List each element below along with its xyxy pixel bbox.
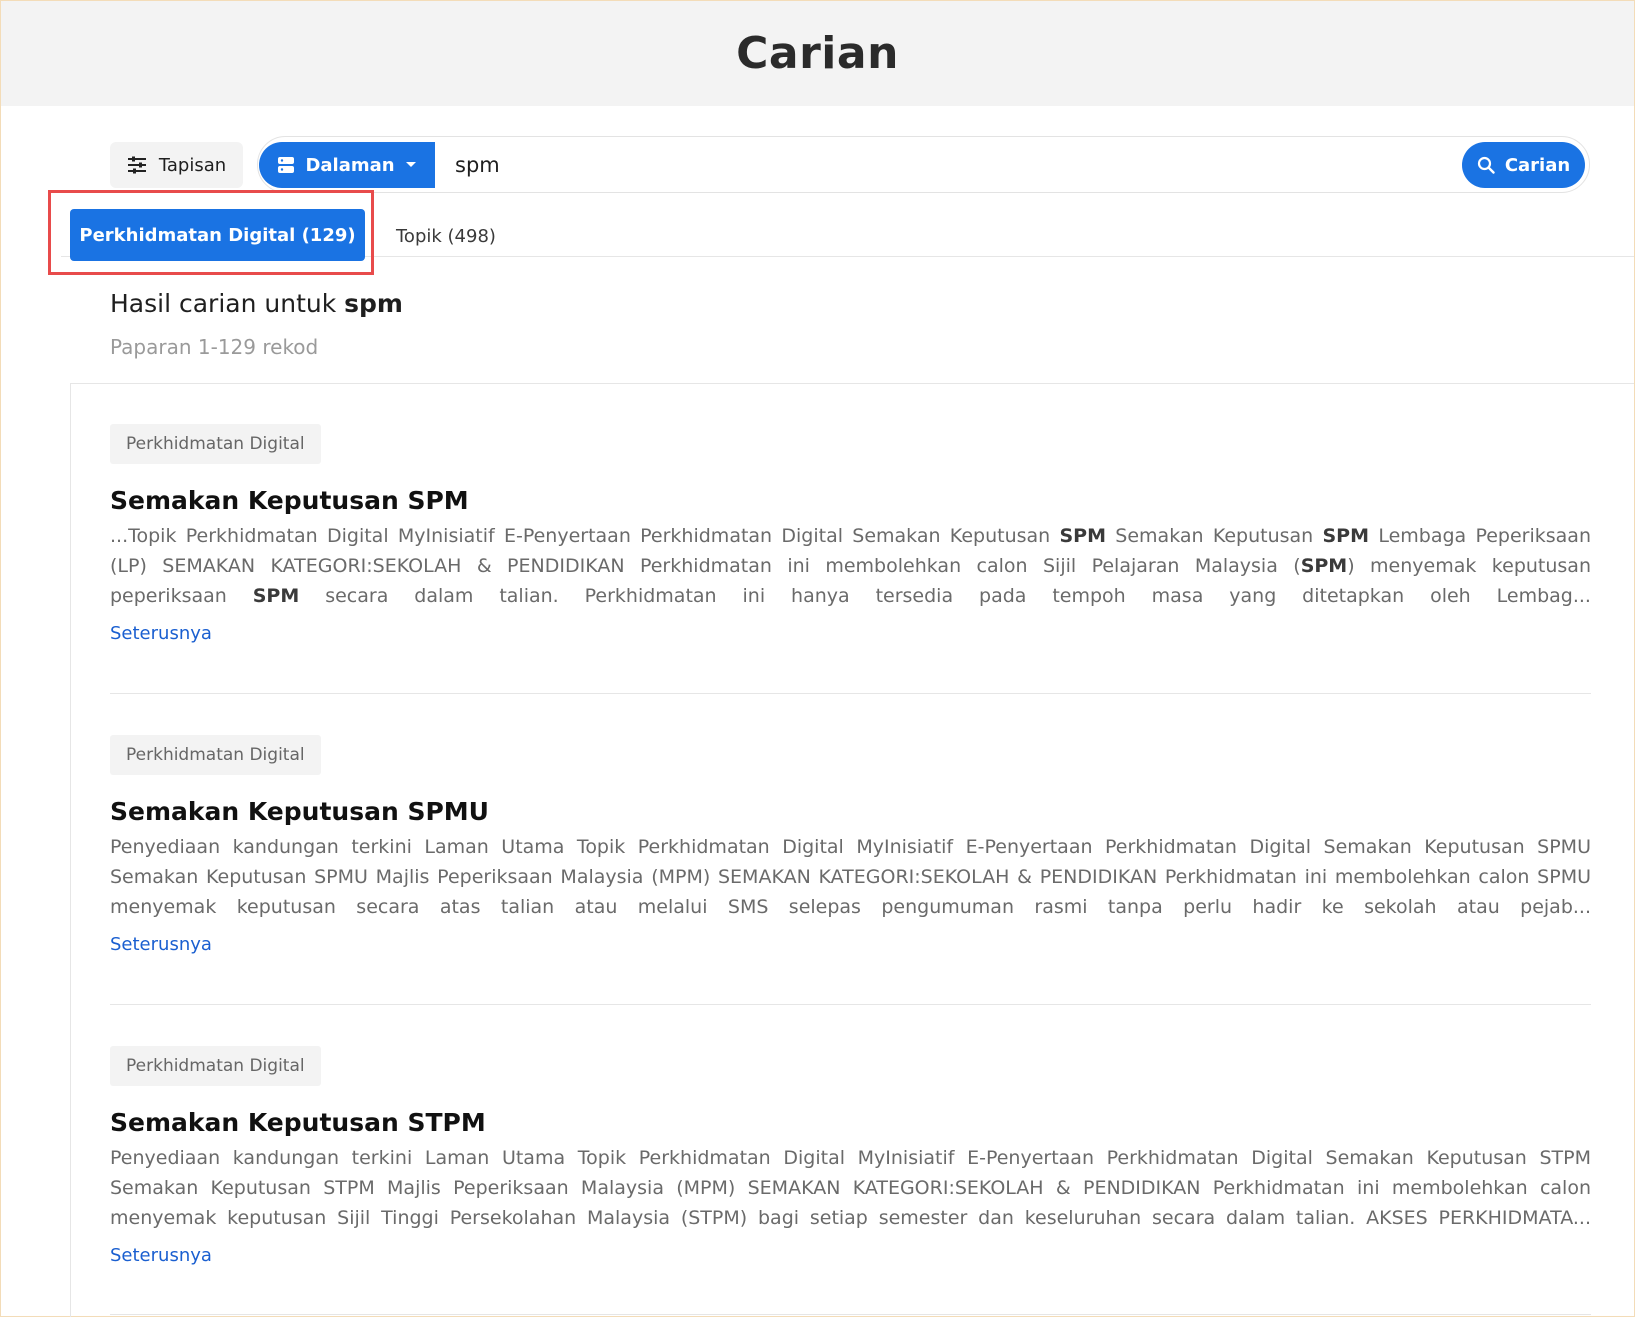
server-icon <box>277 156 295 174</box>
tab-highlight-box <box>48 190 374 275</box>
category-badge: Perkhidmatan Digital <box>110 424 321 464</box>
snippet-text: secara dalam talian. Perkhidmatan ini ha… <box>299 585 1591 607</box>
result-divider <box>110 693 1591 694</box>
result-snippet: ...Topik Perkhidmatan Digital MyInisiati… <box>110 521 1591 611</box>
sliders-icon <box>127 156 147 174</box>
result-divider <box>110 1314 1591 1315</box>
read-more-link[interactable]: Seterusnya <box>110 623 212 644</box>
snippet-highlight: SPM <box>1059 525 1107 547</box>
search-icon <box>1477 156 1495 174</box>
tab-topik[interactable]: Topik (498) <box>396 220 496 252</box>
snippet-highlight: SPM <box>252 585 300 607</box>
snippet-text: Semakan Keputusan <box>1106 525 1323 547</box>
result-snippet: Penyediaan kandungan terkini Laman Utama… <box>110 832 1591 922</box>
page-header: Carian <box>1 1 1634 106</box>
result-title[interactable]: Semakan Keputusan SPM <box>110 486 1591 515</box>
filter-button-label: Tapisan <box>158 154 227 176</box>
result-item: Perkhidmatan Digital Semakan Keputusan S… <box>110 1046 1591 1266</box>
category-badge: Perkhidmatan Digital <box>110 1046 321 1086</box>
result-snippet: Penyediaan kandungan terkini Laman Utama… <box>110 1143 1591 1233</box>
scope-dropdown-label: Dalaman <box>305 154 395 176</box>
result-divider <box>110 1004 1591 1005</box>
read-more-link[interactable]: Seterusnya <box>110 934 212 955</box>
snippet-text: Penyediaan kandungan terkini Laman Utama… <box>110 836 1591 918</box>
caret-down-icon <box>405 161 417 169</box>
result-item: Perkhidmatan Digital Semakan Keputusan S… <box>110 735 1591 955</box>
result-title[interactable]: Semakan Keputusan SPMU <box>110 797 1591 826</box>
results-title-prefix: Hasil carian untuk <box>110 289 345 318</box>
scope-dropdown[interactable]: Dalaman <box>259 142 435 188</box>
snippet-text: Penyediaan kandungan terkini Laman Utama… <box>110 1147 1591 1229</box>
search-button[interactable]: Carian <box>1462 142 1585 188</box>
snippet-highlight: SPM <box>1322 525 1370 547</box>
page-title: Carian <box>736 28 899 79</box>
filter-button[interactable]: Tapisan <box>110 142 243 188</box>
result-item: Perkhidmatan Digital Semakan Keputusan S… <box>110 424 1591 644</box>
results-count: Paparan 1-129 rekod <box>110 335 319 359</box>
read-more-link[interactable]: Seterusnya <box>110 1245 212 1266</box>
snippet-text: ...Topik Perkhidmatan Digital MyInisiati… <box>110 525 1060 547</box>
result-title[interactable]: Semakan Keputusan STPM <box>110 1108 1591 1137</box>
results-title-query: spm <box>344 289 403 318</box>
search-input[interactable] <box>441 143 1441 187</box>
search-button-label: Carian <box>1504 154 1571 176</box>
category-badge: Perkhidmatan Digital <box>110 735 321 775</box>
snippet-highlight: SPM <box>1300 555 1348 577</box>
results-title: Hasil carian untuk spm <box>110 289 403 318</box>
